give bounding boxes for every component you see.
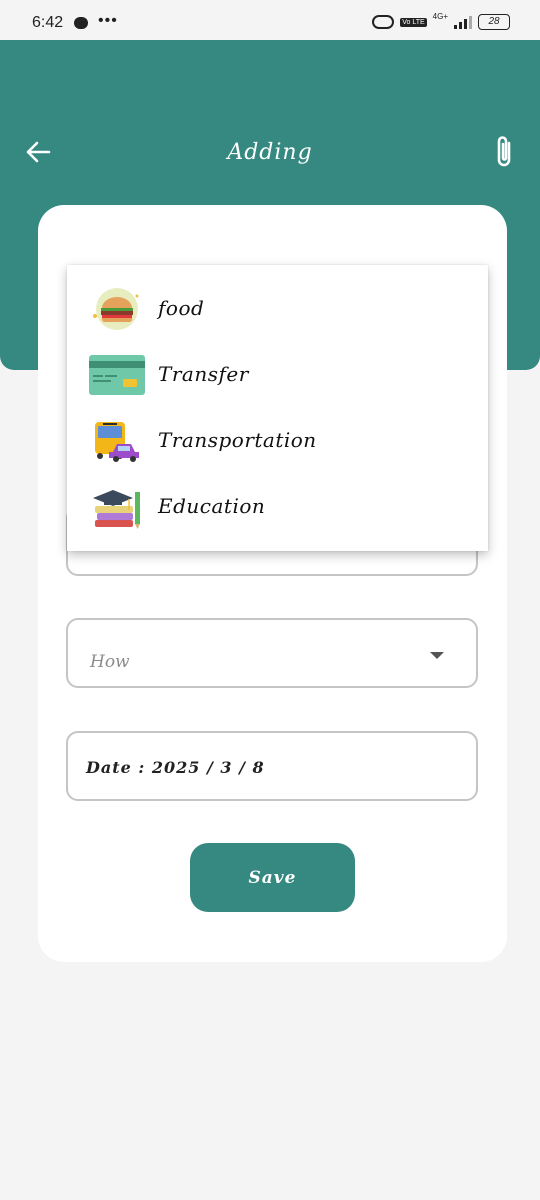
burger-icon bbox=[93, 288, 139, 330]
save-button[interactable]: Save bbox=[190, 843, 355, 912]
menu-item-transportation[interactable]: Transportation bbox=[67, 408, 488, 474]
books-icon bbox=[93, 490, 140, 529]
menu-item-label: Transportation bbox=[158, 428, 317, 452]
menu-item-label: Transfer bbox=[158, 362, 249, 386]
more-notifications-icon: ••• bbox=[98, 12, 118, 29]
menu-item-transfer[interactable]: Transfer bbox=[67, 342, 488, 408]
battery-icon: 28 bbox=[478, 14, 510, 30]
bus-car-icon bbox=[95, 422, 139, 462]
paperclip-icon bbox=[497, 136, 511, 167]
network-type: 4G+ bbox=[432, 11, 448, 21]
page-title: Adding bbox=[227, 140, 313, 165]
attach-button[interactable] bbox=[490, 134, 518, 170]
status-time: 6:42 bbox=[32, 14, 64, 31]
dropdown-arrow-icon bbox=[430, 652, 444, 659]
how-dropdown[interactable]: How bbox=[66, 618, 478, 688]
signal-icon bbox=[454, 15, 472, 29]
date-text: Date : 2025 / 3 / 8 bbox=[86, 758, 265, 777]
chat-notification-icon bbox=[74, 17, 88, 29]
status-icons: Vo LTE 4G+ 28 bbox=[372, 11, 510, 30]
menu-item-label: Education bbox=[158, 494, 266, 518]
volte-icon: Vo LTE bbox=[400, 17, 427, 27]
status-bar: 6:42 ••• Vo LTE 4G+ 28 bbox=[0, 0, 540, 40]
menu-item-food[interactable]: food bbox=[67, 276, 488, 342]
menu-item-label: food bbox=[158, 296, 205, 320]
hotspot-icon bbox=[372, 15, 395, 29]
category-dropdown-menu: food Transfer Transportation Education bbox=[67, 265, 488, 551]
menu-item-education[interactable]: Education bbox=[67, 474, 488, 540]
how-placeholder: How bbox=[90, 652, 130, 672]
date-field[interactable]: Date : 2025 / 3 / 8 bbox=[66, 731, 478, 801]
credit-card-icon bbox=[89, 355, 145, 395]
